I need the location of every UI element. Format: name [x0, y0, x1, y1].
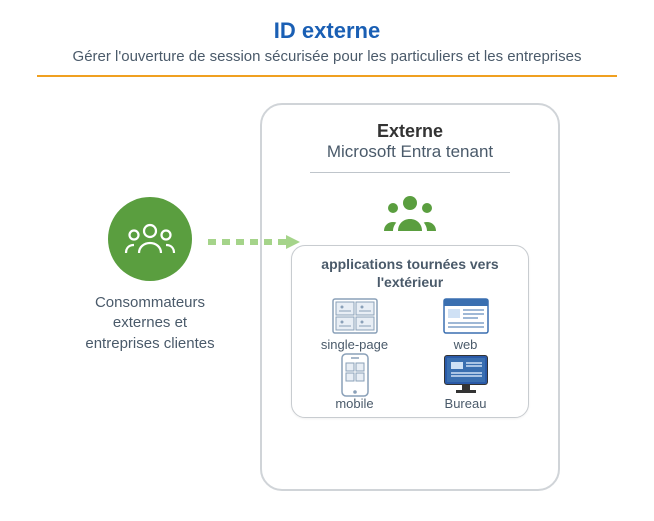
consumers-label: Consommateurs externes et entreprises cl… — [80, 293, 220, 354]
tenant-node: Externe Microsoft Entra tenant applicati… — [260, 103, 560, 491]
mobile-app-icon — [331, 356, 379, 394]
app-spa-label: single-page — [302, 337, 407, 352]
app-web-label: web — [413, 337, 518, 352]
page-title: ID externe — [20, 18, 634, 44]
tenant-divider — [310, 172, 510, 173]
apps-grid: single-page — [302, 297, 518, 411]
app-spa: single-page — [302, 297, 407, 352]
apps-box: applications tournées vers l'extérieur — [291, 245, 529, 418]
app-desktop: Bureau — [413, 356, 518, 411]
app-mobile: mobile — [302, 356, 407, 411]
diagram-content: Consommateurs externes et entreprises cl… — [0, 77, 654, 507]
tenant-subtitle: Microsoft Entra tenant — [274, 142, 546, 162]
web-app-icon — [442, 297, 490, 335]
people-circle-icon — [108, 197, 192, 281]
app-desktop-label: Bureau — [413, 396, 518, 411]
header: ID externe Gérer l'ouverture de session … — [0, 0, 654, 77]
consumers-node: Consommateurs externes et entreprises cl… — [80, 197, 220, 354]
page-subtitle: Gérer l'ouverture de session sécurisée p… — [20, 48, 634, 65]
apps-title: applications tournées vers l'extérieur — [302, 256, 518, 291]
desktop-app-icon — [442, 356, 490, 394]
people-group-icon — [124, 219, 176, 259]
app-web: web — [413, 297, 518, 352]
tenant-users-icon — [381, 193, 439, 233]
tenant-title: Externe — [274, 121, 546, 142]
spa-app-icon — [331, 297, 379, 335]
app-mobile-label: mobile — [302, 396, 407, 411]
